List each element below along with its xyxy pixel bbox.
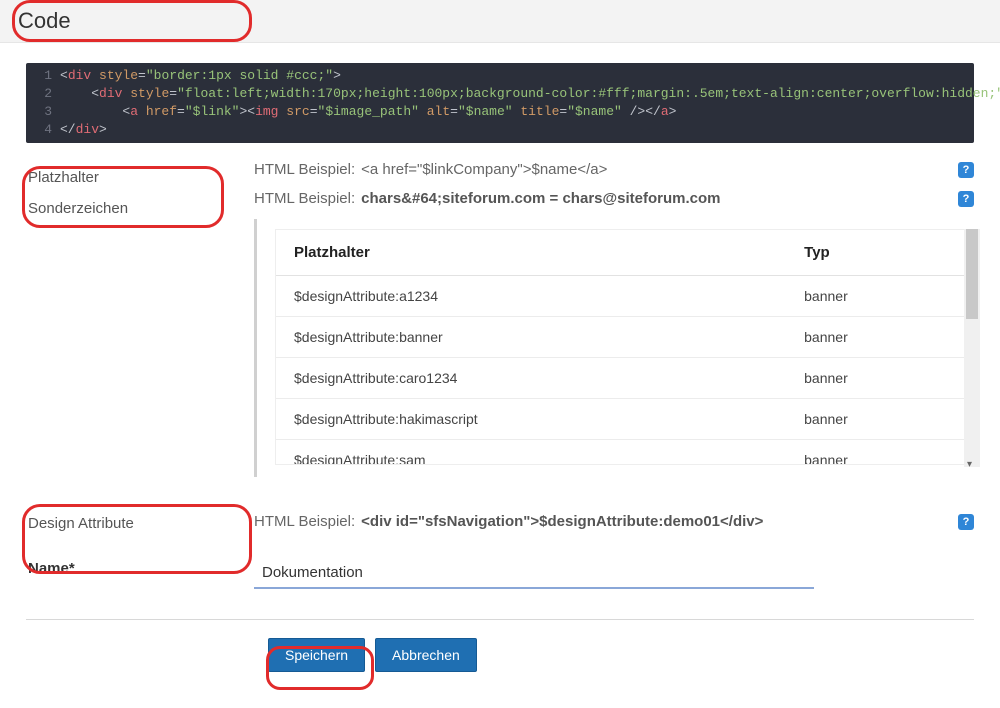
scroll-down-icon[interactable]: ▾ — [967, 459, 977, 469]
example3-bold: <div id="sfsNavigation">$designAttribute… — [361, 513, 763, 530]
name-label: Name* — [26, 542, 236, 577]
example1-label: HTML Beispiel: — [254, 161, 355, 178]
placeholder-table: Platzhalter Typ $designAttribute:a1234ba… — [276, 230, 971, 464]
gutter-4: 4 — [26, 121, 60, 139]
example2-label: HTML Beispiel: — [254, 190, 355, 207]
table-row[interactable]: $designAttribute:caro1234banner — [276, 358, 971, 399]
cell-typ: banner — [786, 440, 971, 465]
scrollbar[interactable]: ▴ ▾ — [964, 229, 980, 467]
col-typ: Typ — [786, 230, 971, 276]
cell-platzhalter: $designAttribute:a1234 — [276, 276, 786, 317]
sidebar-item-sonderzeichen[interactable]: Sonderzeichen — [26, 196, 236, 227]
scroll-thumb[interactable] — [966, 229, 978, 319]
table-row[interactable]: $designAttribute:bannerbanner — [276, 317, 971, 358]
example-row-2: HTML Beispiel: chars&#64;siteforum.com =… — [254, 184, 974, 213]
cell-platzhalter: $designAttribute:hakimascript — [276, 399, 786, 440]
gutter-1: 1 — [26, 67, 60, 85]
table-row[interactable]: $designAttribute:sambanner — [276, 440, 971, 465]
gutter-3: 3 — [26, 103, 60, 121]
example-row-3: HTML Beispiel: <div id="sfsNavigation">$… — [254, 507, 974, 536]
col-platzhalter: Platzhalter — [276, 230, 786, 276]
cancel-button[interactable]: Abbrechen — [375, 638, 477, 672]
code-editor[interactable]: 1 <div style="border:1px solid #ccc;"> 2… — [26, 63, 974, 143]
example3-label: HTML Beispiel: — [254, 513, 355, 530]
cell-typ: banner — [786, 317, 971, 358]
help-icon[interactable]: ? — [958, 162, 974, 178]
title-text: Code — [18, 8, 71, 33]
save-button[interactable]: Speichern — [268, 638, 365, 672]
cell-typ: banner — [786, 358, 971, 399]
help-icon[interactable]: ? — [958, 191, 974, 207]
cell-platzhalter: $designAttribute:banner — [276, 317, 786, 358]
divider — [26, 619, 974, 620]
cell-typ: banner — [786, 276, 971, 317]
name-input[interactable] — [254, 558, 814, 589]
placeholder-table-wrap: Platzhalter Typ $designAttribute:a1234ba… — [254, 219, 974, 477]
table-row[interactable]: $designAttribute:hakimascriptbanner — [276, 399, 971, 440]
table-row[interactable]: $designAttribute:a1234banner — [276, 276, 971, 317]
example1-code: <a href="$linkCompany">$name</a> — [361, 161, 607, 178]
sidebar-section-2: Design Attribute Name* — [26, 507, 236, 589]
example-row-1: HTML Beispiel: <a href="$linkCompany">$n… — [254, 155, 974, 184]
cell-platzhalter: $designAttribute:caro1234 — [276, 358, 786, 399]
table-scroll[interactable]: Platzhalter Typ $designAttribute:a1234ba… — [276, 230, 971, 464]
cell-typ: banner — [786, 399, 971, 440]
sidebar-item-platzhalter[interactable]: Platzhalter — [26, 165, 236, 196]
example2-bold: chars&#64;siteforum.com = chars@siteforu… — [361, 190, 720, 207]
page-title: Code — [0, 0, 1000, 43]
sidebar-section-1: Platzhalter Sonderzeichen — [26, 155, 236, 477]
design-attribute-heading: Design Attribute — [26, 511, 236, 542]
cell-platzhalter: $designAttribute:sam — [276, 440, 786, 465]
gutter-2: 2 — [26, 85, 60, 103]
help-icon[interactable]: ? — [958, 514, 974, 530]
